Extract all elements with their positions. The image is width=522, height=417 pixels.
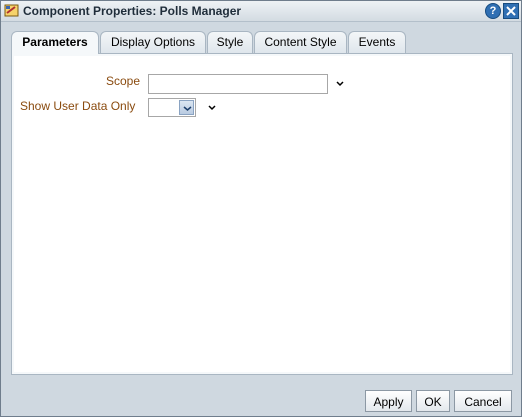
parameters-form: Scope Show User Data Only <box>14 56 510 372</box>
scope-input[interactable] <box>148 74 328 94</box>
dialog-footer: Apply OK Cancel <box>1 386 521 416</box>
apply-button[interactable]: Apply <box>365 390 412 412</box>
chevron-down-icon[interactable] <box>334 78 346 90</box>
tab-display-options[interactable]: Display Options <box>100 31 206 53</box>
tab-events[interactable]: Events <box>348 31 406 53</box>
scope-label: Scope <box>105 74 140 88</box>
properties-dialog: Component Properties: Polls Manager ? Pa… <box>0 0 522 417</box>
cancel-button[interactable]: Cancel <box>454 390 512 412</box>
dropdown-arrow-icon[interactable] <box>179 100 194 115</box>
properties-icon <box>4 3 19 18</box>
tab-parameters[interactable]: Parameters <box>11 31 99 54</box>
window-title: Component Properties: Polls Manager <box>23 4 242 18</box>
tab-panel: Scope Show User Data Only <box>11 53 513 375</box>
tab-strip: Parameters Display Options Style Content… <box>11 31 511 54</box>
tab-style[interactable]: Style <box>207 31 253 53</box>
tab-content-style[interactable]: Content Style <box>254 31 347 53</box>
ok-button[interactable]: OK <box>416 390 450 412</box>
show-user-data-only-select[interactable] <box>148 98 196 117</box>
close-icon[interactable] <box>503 3 519 19</box>
help-icon[interactable]: ? <box>485 3 501 19</box>
show-user-data-only-label: Show User Data Only <box>20 99 136 113</box>
title-bar[interactable]: Component Properties: Polls Manager ? <box>1 1 521 22</box>
chevron-down-icon[interactable] <box>206 102 218 114</box>
